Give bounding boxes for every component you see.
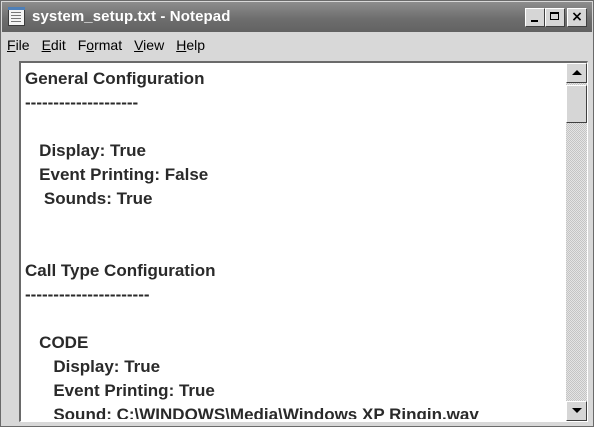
menu-format-prefix: F <box>77 37 87 53</box>
notepad-icon[interactable] <box>8 7 25 26</box>
maximize-button[interactable] <box>545 8 565 27</box>
text-line: ---------------------- <box>25 285 150 304</box>
text-line: Sounds: True <box>25 189 153 208</box>
close-button[interactable]: × <box>567 8 587 27</box>
editor-client-area: General Configuration ------------------… <box>19 61 588 422</box>
text-line <box>25 115 565 139</box>
text-line: Display: True <box>25 357 161 376</box>
menu-file[interactable]: File <box>2 34 36 56</box>
menu-edit-label: dit <box>50 37 66 53</box>
menu-help-label: elp <box>186 37 205 53</box>
text-line: -------------------- <box>25 93 139 112</box>
text-line <box>25 307 565 331</box>
menu-view[interactable]: View <box>128 34 170 56</box>
text-line <box>25 235 565 259</box>
menu-bar: File Edit Format View Help <box>2 33 592 57</box>
scroll-thumb[interactable] <box>566 85 587 123</box>
scroll-up-button[interactable] <box>566 63 587 83</box>
title-bar[interactable]: system_setup.txt - Notepad × <box>2 2 592 32</box>
menu-help-mnemonic: H <box>176 37 187 53</box>
menu-help[interactable]: Help <box>170 34 211 56</box>
menu-format-label: rmat <box>94 37 123 53</box>
menu-file-mnemonic: F <box>7 37 16 53</box>
text-line: General Configuration <box>25 69 205 88</box>
menu-format[interactable]: Format <box>72 34 128 56</box>
minimize-button[interactable] <box>525 8 545 27</box>
menu-edit-mnemonic: E <box>41 37 51 53</box>
menu-view-label: iew <box>143 37 165 53</box>
text-editor[interactable]: General Configuration ------------------… <box>25 67 565 419</box>
window-title: system_setup.txt - Notepad <box>32 8 231 25</box>
menu-view-mnemonic: V <box>134 37 144 53</box>
text-line: Call Type Configuration <box>25 261 216 280</box>
text-line <box>25 211 565 235</box>
menu-format-mnemonic: o <box>86 37 95 53</box>
menu-file-label: ile <box>15 37 30 53</box>
notepad-window: system_setup.txt - Notepad × File Edit F… <box>0 0 594 427</box>
caption-buttons: × <box>525 8 587 27</box>
text-line: Event Printing: False <box>25 165 209 184</box>
scroll-down-button[interactable] <box>566 401 587 421</box>
close-icon: × <box>571 9 583 25</box>
text-line: CODE <box>25 333 89 352</box>
text-line: Display: True <box>25 141 146 160</box>
text-line: Sound: C:\WINDOWS\Media\Windows XP Ringi… <box>25 405 479 419</box>
text-line: Event Printing: True <box>25 381 215 400</box>
menu-edit[interactable]: Edit <box>36 34 72 56</box>
vertical-scrollbar[interactable] <box>566 63 587 421</box>
